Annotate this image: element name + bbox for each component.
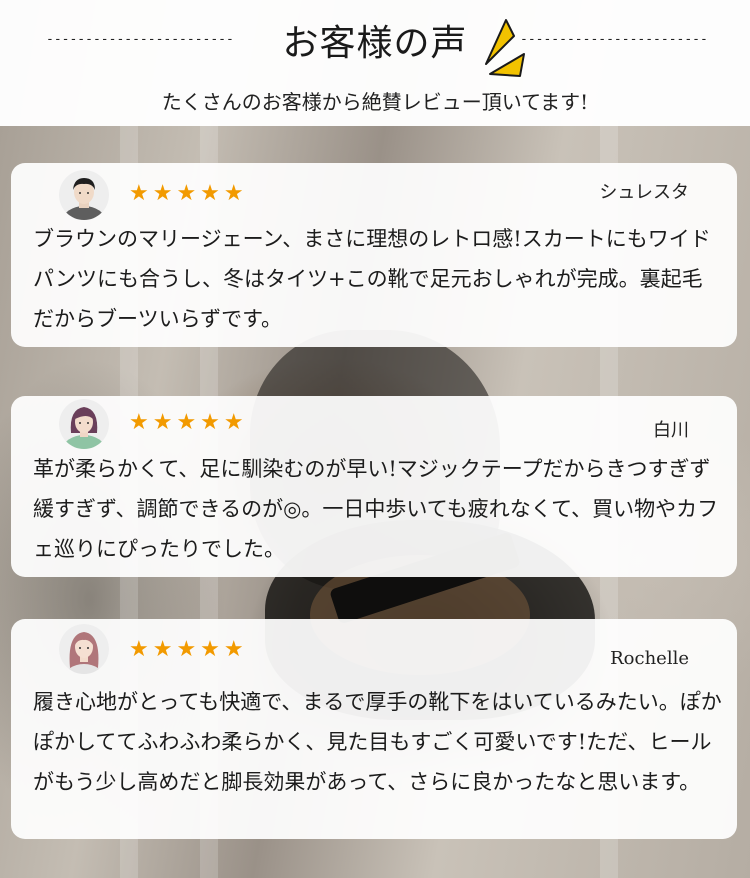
man-avatar (59, 170, 109, 220)
woman-avatar (59, 399, 109, 449)
rating-stars: ★★★★★ (129, 181, 248, 206)
review-text: 革が柔らかくて、足に馴染むのが早い!マジックテープだからきつすぎず緩すぎず、調節… (33, 457, 719, 561)
reviewer-name: シュレスタ (599, 182, 689, 203)
rating-stars: ★★★★★ (129, 410, 248, 435)
review-card: ★★★★★ シュレスタ ブラウンのマリージェーン、まさに理想のレトロ感!スカート… (11, 163, 737, 347)
accent-triangle-icon (485, 19, 525, 77)
reviewer-name: 白川 (653, 420, 689, 441)
review-card: ★★★★★ Rochelle 履き心地がとっても快適で、まるで厚手の靴下をはいて… (11, 619, 737, 839)
review-card: ★★★★★ 白川 革が柔らかくて、足に馴染むのが早い!マジックテープだからきつす… (11, 396, 737, 577)
header: ------------------------- お客様の声 --------… (0, 0, 750, 126)
reviewer-name: Rochelle (610, 648, 689, 669)
divider-right: ------------------------- (520, 32, 706, 47)
woman-long-hair-avatar (59, 624, 109, 674)
review-text: ブラウンのマリージェーン、まさに理想のレトロ感!スカートにもワイドパンツにも合う… (33, 227, 711, 331)
review-text: 履き心地がとっても快適で、まるで厚手の靴下をはいているみたい。ぽかぽかしててふわ… (33, 690, 722, 794)
rating-stars: ★★★★★ (129, 637, 248, 662)
page-subtitle: たくさんのお客様から絶賛レビュー頂いてます! (161, 90, 589, 114)
